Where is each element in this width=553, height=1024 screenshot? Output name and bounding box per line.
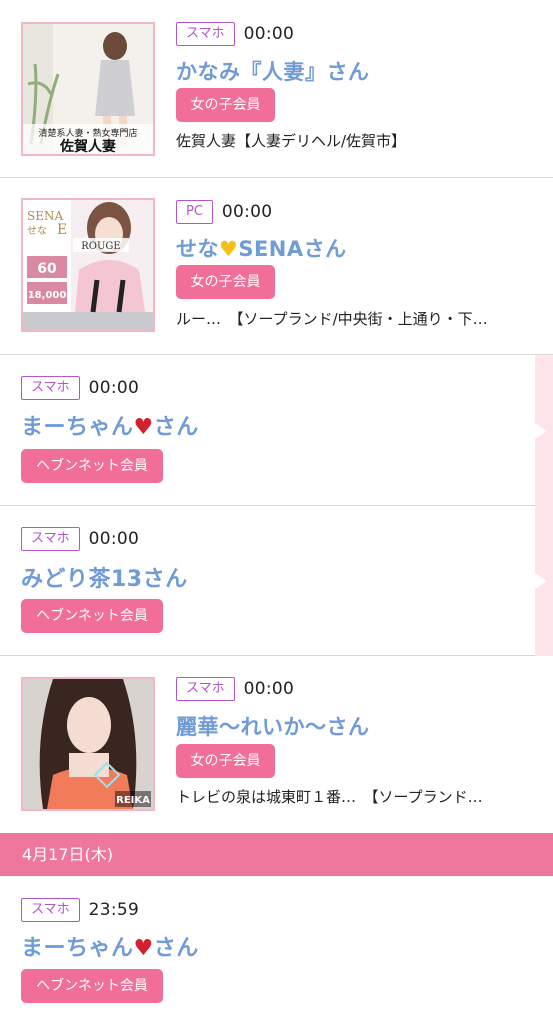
red-heart-icon: ♥ — [133, 936, 154, 961]
shop-name[interactable]: トレビの泉は城東町１番… 【ソープランド… — [176, 786, 536, 807]
thumb-sena-jp: せな — [27, 225, 47, 237]
post-time: 00:00 — [243, 24, 295, 44]
diary-entry[interactable]: スマホ 00:00 まーちゃん♥さん ヘブンネット会員 — [0, 355, 553, 506]
diary-entry[interactable]: スマホ 00:00 みどり茶13さん ヘブンネット会員 — [0, 506, 553, 656]
device-badge: スマホ — [176, 22, 235, 46]
member-type-badge: 女の子会員 — [176, 744, 275, 778]
device-badge: スマホ — [21, 898, 80, 922]
side-tab[interactable] — [535, 355, 553, 506]
member-type-badge: ヘブンネット会員 — [21, 599, 163, 633]
yellow-heart-icon: ♥ — [219, 237, 239, 261]
device-badge: スマホ — [21, 376, 80, 400]
girl-name-link[interactable]: 麗華〜れいか〜さん — [176, 711, 370, 741]
post-time: 00:00 — [221, 202, 273, 222]
red-heart-icon: ♥ — [133, 415, 154, 440]
girl-name-link[interactable]: まーちゃん♥さん — [21, 930, 199, 962]
device-badge: スマホ — [21, 527, 80, 551]
post-time: 00:00 — [88, 378, 140, 398]
diary-entry[interactable]: REIKA スマホ 00:00 麗華〜れいか〜さん 女の子会員 トレビの泉は城東… — [0, 656, 553, 833]
device-badge: スマホ — [176, 677, 235, 701]
post-time: 00:00 — [243, 679, 295, 699]
shop-name[interactable]: 佐賀人妻【人妻デリヘル/佐賀市】 — [176, 130, 536, 151]
girl-name-link[interactable]: まーちゃん♥さん — [21, 409, 199, 441]
thumb-price: 18,000 — [28, 290, 67, 301]
arrow-left-icon — [535, 422, 547, 439]
thumb-reika: REIKA — [116, 795, 150, 806]
name-text: まーちゃん — [21, 936, 134, 961]
name-text: まーちゃん — [21, 415, 134, 440]
thumb-title: 佐賀人妻 — [59, 138, 116, 154]
girl-thumbnail[interactable]: REIKA — [21, 677, 155, 811]
member-type-badge: 女の子会員 — [176, 88, 275, 122]
girl-name-link[interactable]: かなみ『人妻』さん — [176, 56, 370, 86]
device-badge: PC — [176, 200, 213, 224]
member-type-badge: ヘブンネット会員 — [21, 969, 163, 1003]
thumb-rouge: ROUGE — [81, 241, 120, 252]
thumb-cup: E — [57, 222, 67, 238]
girl-thumbnail[interactable]: SENA せな E 60 18,000 ROUGE — [21, 198, 155, 332]
thumb-minutes: 60 — [37, 261, 57, 277]
name-text: せな — [176, 237, 219, 261]
member-type-badge: 女の子会員 — [176, 265, 275, 299]
name-suffix: さん — [153, 936, 199, 961]
thumb-caption: 清楚系人妻・熟女専門店 — [38, 127, 137, 139]
member-type-badge: ヘブンネット会員 — [21, 449, 163, 483]
name-suffix: さん — [153, 415, 199, 440]
post-time: 23:59 — [88, 900, 140, 920]
diary-entry[interactable]: SENA せな E 60 18,000 ROUGE PC 00:00 せな♥SE… — [0, 178, 553, 355]
girl-name-link[interactable]: せな♥SENAさん — [176, 233, 347, 263]
arrow-left-icon — [535, 573, 547, 589]
name-suffix: SENAさん — [238, 237, 347, 261]
shop-name[interactable]: ルー… 【ソープランド/中央街・上通り・下… — [176, 308, 536, 329]
diary-entry[interactable]: 清楚系人妻・熟女専門店 佐賀人妻 スマホ 00:00 かなみ『人妻』さん 女の子… — [0, 0, 553, 178]
side-tab[interactable] — [535, 506, 553, 656]
date-header: 4月17日(木) — [0, 833, 553, 876]
thumb-sena: SENA — [27, 209, 63, 223]
girl-name-link[interactable]: みどり茶13さん — [21, 561, 188, 593]
post-time: 00:00 — [88, 529, 140, 549]
diary-entry[interactable]: スマホ 23:59 まーちゃん♥さん ヘブンネット会員 — [0, 876, 553, 1024]
girl-thumbnail[interactable]: 清楚系人妻・熟女専門店 佐賀人妻 — [21, 22, 155, 156]
